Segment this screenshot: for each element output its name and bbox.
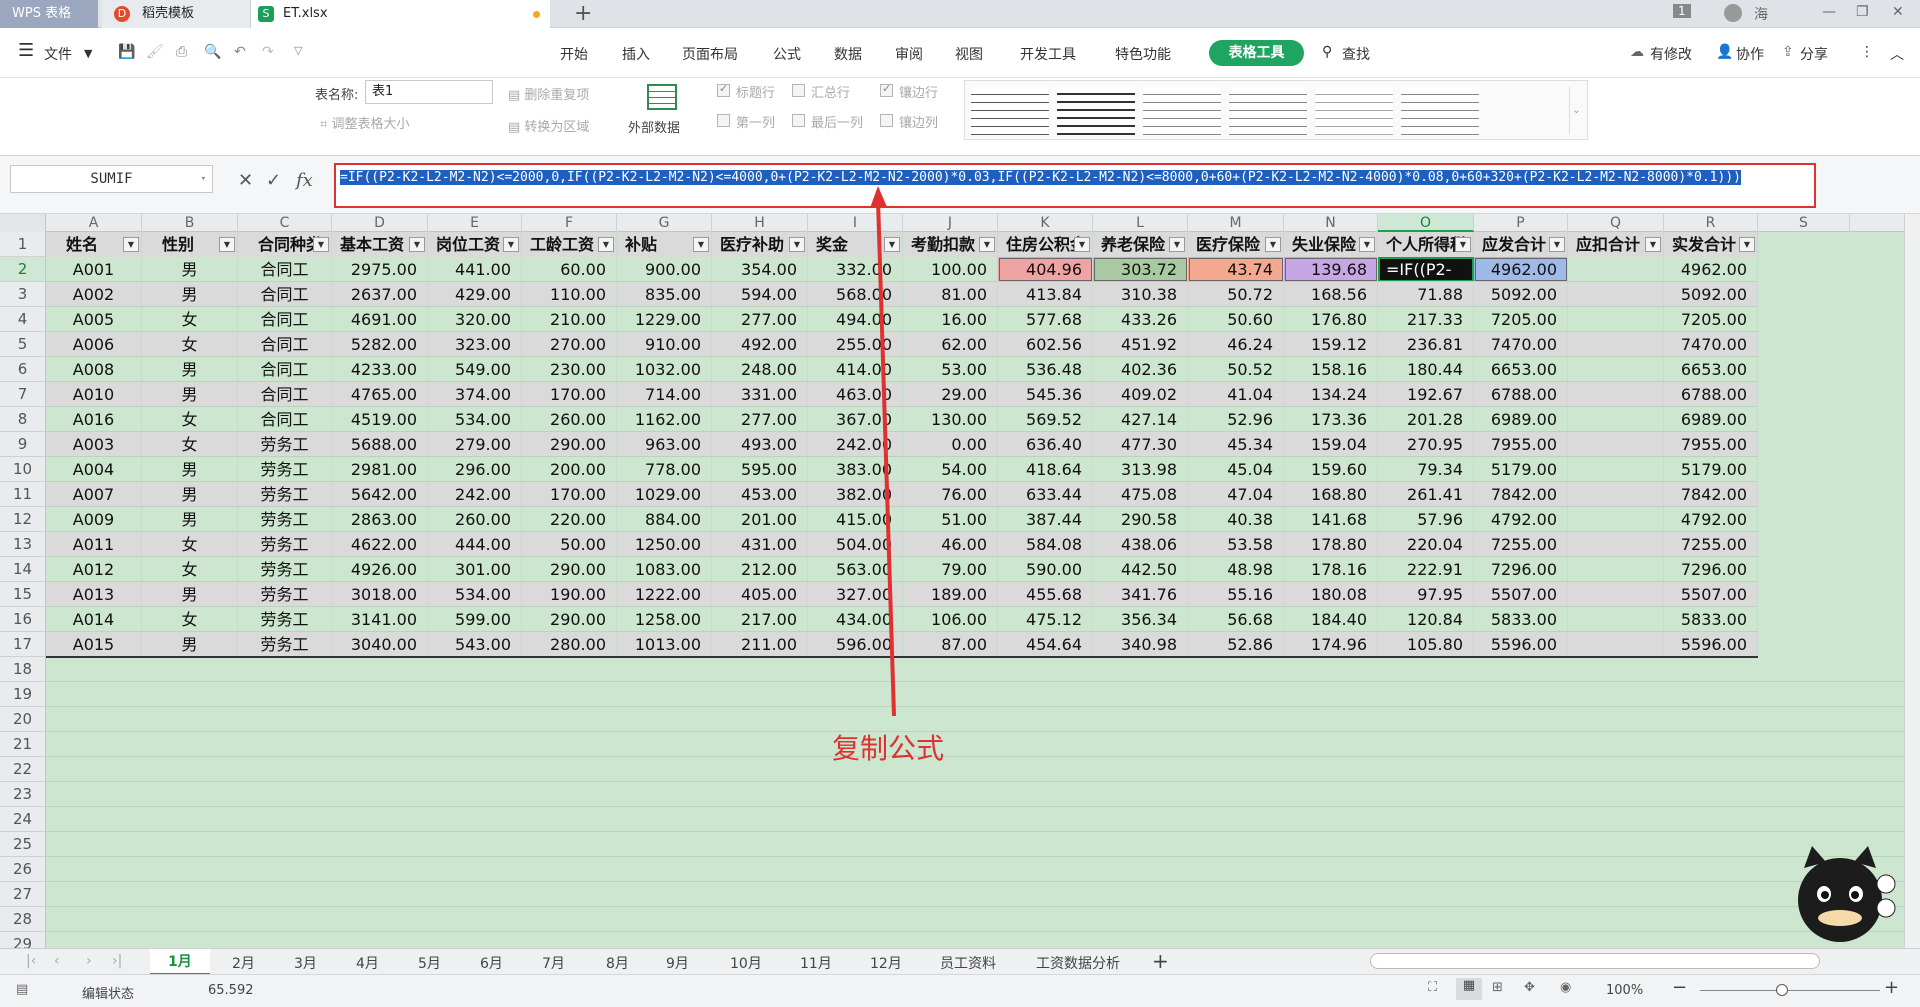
status-mode: 编辑状态 bbox=[82, 987, 135, 1002]
normal-view-icon[interactable]: ▦ bbox=[1456, 978, 1482, 1000]
sheet-tab-13[interactable]: 员工资料 bbox=[940, 953, 996, 973]
annotation-label: 复制公式 bbox=[832, 732, 945, 765]
status-value: 65.592 bbox=[208, 983, 254, 998]
sheet-tab-2[interactable]: 2月 bbox=[232, 953, 255, 973]
sheet-tab-7[interactable]: 7月 bbox=[542, 953, 565, 973]
status-bar: ▤ 编辑状态 65.592 ⛶ ▦ ⊞ ✥ ◉ 100% − + bbox=[0, 974, 1920, 1007]
sheet-tab-5[interactable]: 5月 bbox=[418, 953, 441, 973]
sheet-tab-1[interactable]: 1月 bbox=[150, 949, 210, 975]
zoom-slider-thumb[interactable] bbox=[1776, 984, 1788, 996]
next-sheet-icon[interactable]: › bbox=[86, 953, 92, 969]
horizontal-scrollbar[interactable] bbox=[1370, 953, 1820, 969]
sheet-tab-8[interactable]: 8月 bbox=[606, 953, 629, 973]
page-break-view-icon[interactable]: ⊞ bbox=[1492, 980, 1503, 995]
zoom-out-icon[interactable]: − bbox=[1672, 977, 1687, 998]
zoom-in-icon[interactable]: + bbox=[1884, 977, 1899, 998]
sheet-tab-bar: |‹ ‹ › ›| + 1月 2月 3月 4月 5月 6月 7月 8月 9月 10月 11月 12月 员… bbox=[0, 948, 1920, 975]
fullscreen-icon[interactable]: ⛶ bbox=[1428, 980, 1437, 995]
eye-protect-icon[interactable]: ◉ bbox=[1560, 980, 1571, 995]
sheet-tab-10[interactable]: 10月 bbox=[730, 953, 762, 973]
sheet-tab-6[interactable]: 6月 bbox=[480, 953, 503, 973]
sheet-tab-3[interactable]: 3月 bbox=[294, 953, 317, 973]
zoom-level[interactable]: 100% bbox=[1606, 983, 1643, 998]
sheet-tab-11[interactable]: 11月 bbox=[800, 953, 832, 973]
status-icon: ▤ bbox=[16, 982, 29, 997]
prev-sheet-icon[interactable]: ‹ bbox=[54, 953, 60, 969]
first-sheet-icon[interactable]: |‹ bbox=[26, 953, 36, 969]
sheet-tab-4[interactable]: 4月 bbox=[356, 953, 379, 973]
zoom-slider[interactable] bbox=[1700, 990, 1880, 991]
add-sheet-icon[interactable]: + bbox=[1152, 949, 1169, 973]
sheet-tab-14[interactable]: 工资数据分析 bbox=[1036, 953, 1120, 973]
sheet-tab-9[interactable]: 9月 bbox=[666, 953, 689, 973]
reading-mode-icon[interactable]: ✥ bbox=[1524, 980, 1535, 995]
sheet-tab-12[interactable]: 12月 bbox=[870, 953, 902, 973]
last-sheet-icon[interactable]: ›| bbox=[112, 953, 122, 969]
mascot-cat-icon[interactable] bbox=[1782, 838, 1898, 950]
annotation-arrow bbox=[870, 186, 896, 717]
